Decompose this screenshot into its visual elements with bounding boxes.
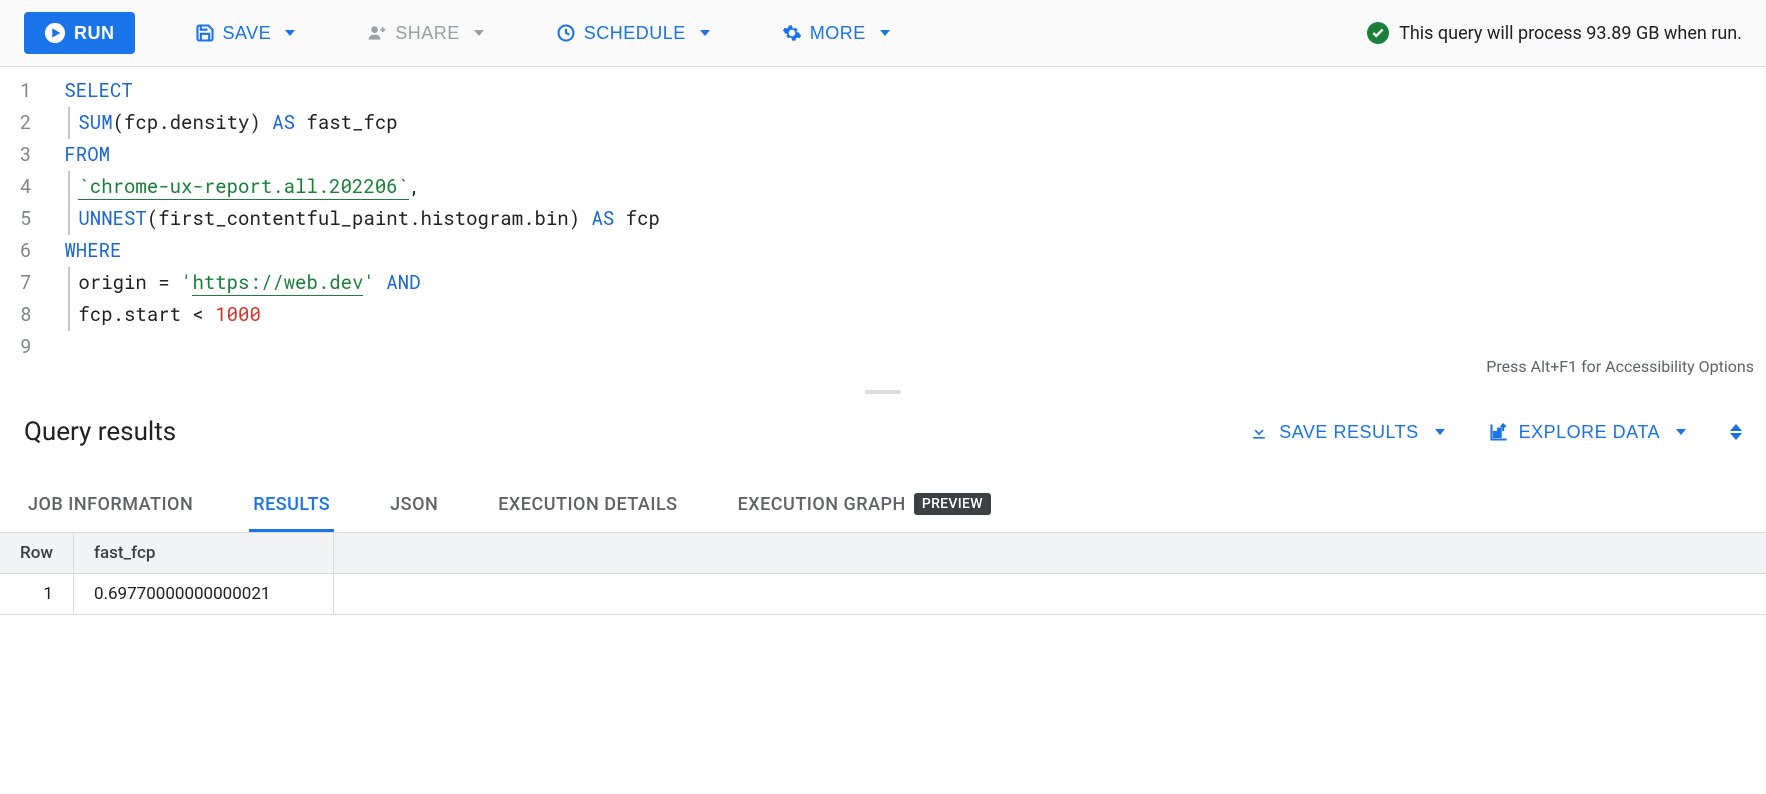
results-table: Row fast_fcp 1 0.69770000000000021 xyxy=(0,533,1766,615)
tab-execution-graph[interactable]: EXECUTION GRAPH PREVIEW xyxy=(734,479,995,532)
share-label: SHARE xyxy=(395,23,460,44)
share-button[interactable]: SHARE xyxy=(355,15,496,52)
line-number: 3 xyxy=(20,139,31,171)
clock-icon xyxy=(556,23,576,43)
line-number: 4 xyxy=(20,171,31,203)
run-button[interactable]: RUN xyxy=(24,12,135,54)
save-results-label: SAVE RESULTS xyxy=(1279,422,1418,443)
tab-job-information[interactable]: JOB INFORMATION xyxy=(24,480,197,532)
preview-badge: PREVIEW xyxy=(914,493,991,515)
chevron-up-icon xyxy=(1730,424,1742,431)
chart-icon xyxy=(1489,422,1509,442)
explore-data-button[interactable]: EXPLORE DATA xyxy=(1489,422,1686,443)
line-number: 9 xyxy=(20,331,31,363)
results-tabs: JOB INFORMATION RESULTS JSON EXECUTION D… xyxy=(0,479,1766,533)
gear-icon xyxy=(782,23,802,43)
toolbar: RUN SAVE SHARE SCHEDULE MORE This query … xyxy=(0,0,1766,67)
chevron-down-icon xyxy=(1676,429,1686,435)
run-label: RUN xyxy=(74,23,115,44)
line-number: 7 xyxy=(20,267,31,299)
table-name: `chrome-ux-report.all.202206` xyxy=(78,174,409,200)
query-status: This query will process 93.89 GB when ru… xyxy=(1367,22,1742,44)
fn-unnest: UNNEST xyxy=(78,206,146,231)
col-row: Row xyxy=(0,533,73,574)
chevron-down-icon xyxy=(1435,429,1445,435)
tab-results[interactable]: RESULTS xyxy=(249,480,334,532)
status-text: This query will process 93.89 GB when ru… xyxy=(1399,23,1742,44)
tab-json[interactable]: JSON xyxy=(386,480,442,532)
schedule-button[interactable]: SCHEDULE xyxy=(544,15,722,52)
sql-editor[interactable]: 1 2 3 4 5 6 7 8 9 SELECT SUM(fcp.density… xyxy=(0,67,1766,387)
save-label: SAVE xyxy=(223,23,272,44)
chevron-down-icon xyxy=(700,30,710,36)
kw-from: FROM xyxy=(64,142,110,167)
cell-fast-fcp: 0.69770000000000021 xyxy=(73,574,333,615)
share-icon xyxy=(367,23,387,43)
chevron-down-icon xyxy=(285,30,295,36)
results-header: Query results SAVE RESULTS EXPLORE DATA xyxy=(0,397,1766,459)
table-header-row: Row fast_fcp xyxy=(0,533,1766,574)
line-number: 2 xyxy=(20,107,31,139)
results-title: Query results xyxy=(24,417,176,447)
code-area[interactable]: SELECT SUM(fcp.density) AS fast_fcp FROM… xyxy=(48,67,1766,387)
fn-sum: SUM xyxy=(78,110,112,135)
pane-drag-handle[interactable] xyxy=(0,387,1766,397)
tab-execution-details[interactable]: EXECUTION DETAILS xyxy=(494,480,681,532)
save-button[interactable]: SAVE xyxy=(183,15,308,52)
chevron-down-icon xyxy=(474,30,484,36)
line-number: 6 xyxy=(20,235,31,267)
col-fast-fcp: fast_fcp xyxy=(73,533,333,574)
play-icon xyxy=(44,22,66,44)
a11y-hint: Press Alt+F1 for Accessibility Options xyxy=(1486,351,1754,383)
cell-row-num: 1 xyxy=(0,574,73,615)
explore-data-label: EXPLORE DATA xyxy=(1519,422,1660,443)
download-icon xyxy=(1249,422,1269,442)
line-number: 8 xyxy=(20,299,31,331)
save-results-button[interactable]: SAVE RESULTS xyxy=(1249,422,1444,443)
line-number: 1 xyxy=(20,75,31,107)
kw-select: SELECT xyxy=(64,78,132,103)
check-icon xyxy=(1367,22,1389,44)
schedule-label: SCHEDULE xyxy=(584,23,686,44)
save-icon xyxy=(195,23,215,43)
col-empty xyxy=(333,533,1766,574)
line-gutter: 1 2 3 4 5 6 7 8 9 xyxy=(0,67,48,387)
more-button[interactable]: MORE xyxy=(770,15,902,52)
line-number: 5 xyxy=(20,203,31,235)
expand-collapse-toggle[interactable] xyxy=(1730,424,1742,440)
chevron-down-icon xyxy=(880,30,890,36)
kw-where: WHERE xyxy=(64,238,121,263)
table-row: 1 0.69770000000000021 xyxy=(0,574,1766,615)
chevron-down-icon xyxy=(1730,433,1742,440)
more-label: MORE xyxy=(810,23,866,44)
